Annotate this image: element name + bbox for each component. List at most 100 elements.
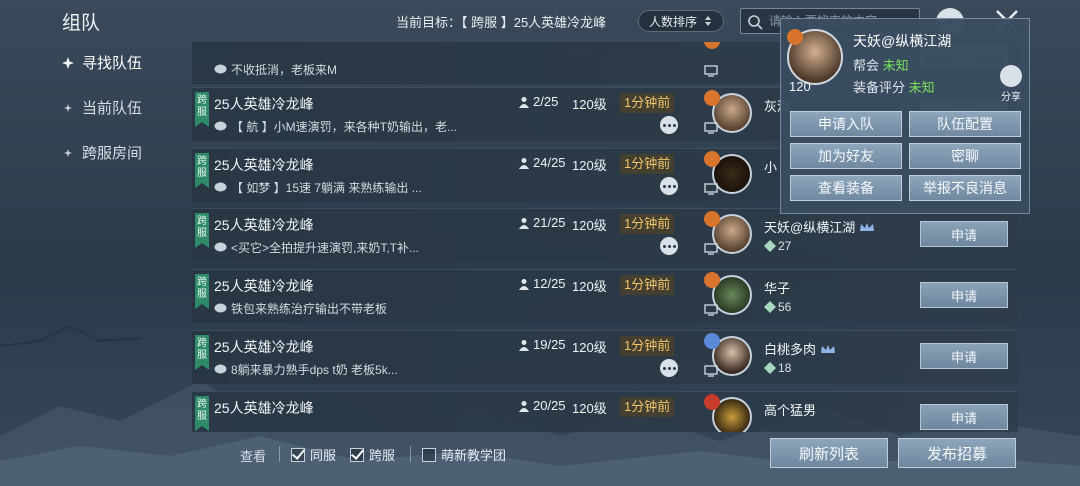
view-equipment-button[interactable]: 查看装备 xyxy=(790,175,902,201)
team-description: 【 航 】小M速演罚，来各种T奶输出，老... xyxy=(214,118,457,135)
apply-button[interactable]: 申请 xyxy=(920,221,1008,247)
level-requirement: 120级 xyxy=(572,158,607,173)
cross-server-tag: 跨服 xyxy=(195,335,209,370)
faction-icon xyxy=(704,272,720,288)
pc-icon xyxy=(704,304,718,316)
publish-recruit-button[interactable]: 发布招募 xyxy=(898,438,1016,468)
faction-icon xyxy=(704,151,720,167)
player-guild: 帮会 未知 xyxy=(853,58,909,73)
member-count: 20/25 xyxy=(518,398,566,413)
apply-button[interactable]: 申请 xyxy=(920,404,1008,430)
apply-button[interactable]: 申请 xyxy=(920,282,1008,308)
diamond-marker-icon xyxy=(64,103,72,112)
level-requirement: 120级 xyxy=(572,279,607,294)
cross-server-tag: 跨服 xyxy=(195,213,209,248)
level-requirement: 120级 xyxy=(572,218,607,233)
sidebar-item-label: 当前队伍 xyxy=(82,100,143,117)
team-row[interactable]: 跨服 25人英雄冷龙峰 19/25 120级 1分钟前 8躺来暴力熟手dps t… xyxy=(192,330,1018,384)
divider xyxy=(410,446,411,462)
diamond-score-icon xyxy=(764,240,776,252)
current-target-label: 当前目标：【 跨服 】25人英雄冷龙峰 xyxy=(396,15,607,30)
member-count: 19/25 xyxy=(518,337,566,352)
person-icon xyxy=(519,400,529,412)
dungeon-name: 25人英雄冷龙峰 xyxy=(214,400,314,416)
private-chat-button[interactable]: 密聊 xyxy=(909,143,1021,169)
post-time: 1分钟前 xyxy=(620,154,675,174)
add-friend-button[interactable]: 加为好友 xyxy=(790,143,902,169)
chat-bubble-icon xyxy=(214,364,227,374)
team-description: <买它>全拍提升速演罚,来奶T,T补... xyxy=(214,239,419,256)
dungeon-name: 25人英雄冷龙峰 xyxy=(214,339,314,355)
diamond-score-icon xyxy=(764,362,776,374)
member-count: 21/25 xyxy=(518,215,566,230)
chat-bubble-icon xyxy=(214,182,227,192)
dungeon-name: 25人英雄冷龙峰 xyxy=(214,278,314,294)
apply-join-button[interactable]: 申请入队 xyxy=(790,111,902,137)
footer-bar: 查看 同服 跨服 萌新教学团 刷新列表 发布招募 xyxy=(0,436,1080,486)
sidebar-item-label: 寻找队伍 xyxy=(82,55,143,72)
share-icon xyxy=(1000,65,1022,87)
share-button[interactable]: 分享 xyxy=(997,65,1025,103)
member-count: 24/25 xyxy=(518,155,566,170)
team-config-button[interactable]: 队伍配置 xyxy=(909,111,1021,137)
pc-icon xyxy=(704,183,718,195)
checkbox[interactable] xyxy=(291,447,305,462)
team-description: 铁包来熟练治疗输出不带老板 xyxy=(214,300,387,317)
leader-name: 小 xyxy=(764,160,778,175)
post-time: 1分钟前 xyxy=(620,397,675,417)
team-row[interactable]: 跨服 25人英雄冷龙峰 21/25 120级 1分钟前 <买它>全拍提升速演罚,… xyxy=(192,208,1018,262)
chat-bubble-icon xyxy=(214,242,227,252)
dungeon-name: 25人英雄冷龙峰 xyxy=(214,217,314,233)
faction-icon xyxy=(704,211,720,227)
team-description: 不收抵消，老板来M xyxy=(214,61,337,78)
leader-name: 天妖@纵横江湖 xyxy=(764,217,875,236)
faction-icon xyxy=(787,29,803,45)
more-options-button[interactable] xyxy=(660,116,678,134)
faction-icon xyxy=(704,394,720,410)
leader-score: 18 xyxy=(764,361,791,375)
filter-newbie-teaching[interactable]: 萌新教学团 xyxy=(422,445,506,464)
chat-bubble-icon xyxy=(214,121,227,131)
more-options-button[interactable] xyxy=(660,237,678,255)
post-time: 1分钟前 xyxy=(620,214,675,234)
share-label: 分享 xyxy=(1001,92,1021,103)
leader-name: 高个猛男 xyxy=(764,403,817,418)
report-button[interactable]: 举报不良消息 xyxy=(909,175,1021,201)
team-description: 【 如梦 】15速 7躺满 来熟练输出 ... xyxy=(214,179,422,196)
level-requirement: 120级 xyxy=(572,340,607,355)
checkbox[interactable] xyxy=(350,447,364,462)
active-marker-icon xyxy=(62,56,74,69)
cross-server-tag: 跨服 xyxy=(195,92,209,127)
sidebar-item-current-team[interactable]: 当前队伍 xyxy=(62,97,142,118)
filter-cross-server[interactable]: 跨服 xyxy=(350,445,395,464)
sidebar-item-find-team[interactable]: 寻找队伍 xyxy=(62,52,142,73)
more-options-button[interactable] xyxy=(660,359,678,377)
sidebar: 寻找队伍 当前队伍 跨服房间 xyxy=(0,42,190,442)
divider xyxy=(279,446,280,462)
pc-icon xyxy=(704,365,718,377)
chat-bubble-icon xyxy=(214,64,227,74)
search-icon xyxy=(748,15,763,30)
person-icon xyxy=(519,217,529,229)
post-time: 1分钟前 xyxy=(620,93,675,113)
pc-icon xyxy=(704,65,718,77)
filter-same-server[interactable]: 同服 xyxy=(291,445,336,464)
pc-icon xyxy=(704,243,718,255)
person-icon xyxy=(519,278,529,290)
faction-icon xyxy=(704,90,720,106)
refresh-list-button[interactable]: 刷新列表 xyxy=(770,438,888,468)
sidebar-item-label: 跨服房间 xyxy=(82,145,143,162)
faction-icon xyxy=(704,333,720,349)
sort-arrows-icon xyxy=(705,16,711,26)
sort-by-count-button[interactable]: 人数排序 xyxy=(638,10,724,32)
team-row[interactable]: 跨服 25人英雄冷龙峰 20/25 120级 1分钟前 高个猛男 申请 xyxy=(192,391,1018,432)
team-row[interactable]: 跨服 25人英雄冷龙峰 12/25 120级 1分钟前 铁包来熟练治疗输出不带老… xyxy=(192,269,1018,323)
vip-crown-icon xyxy=(860,222,875,231)
leader-name: 白桃多肉 xyxy=(764,339,836,358)
post-time: 1分钟前 xyxy=(620,275,675,295)
apply-button[interactable]: 申请 xyxy=(920,343,1008,369)
sidebar-item-cross-server-room[interactable]: 跨服房间 xyxy=(62,142,142,163)
checkbox[interactable] xyxy=(422,447,436,462)
player-level: 120 xyxy=(789,79,811,94)
more-options-button[interactable] xyxy=(660,177,678,195)
